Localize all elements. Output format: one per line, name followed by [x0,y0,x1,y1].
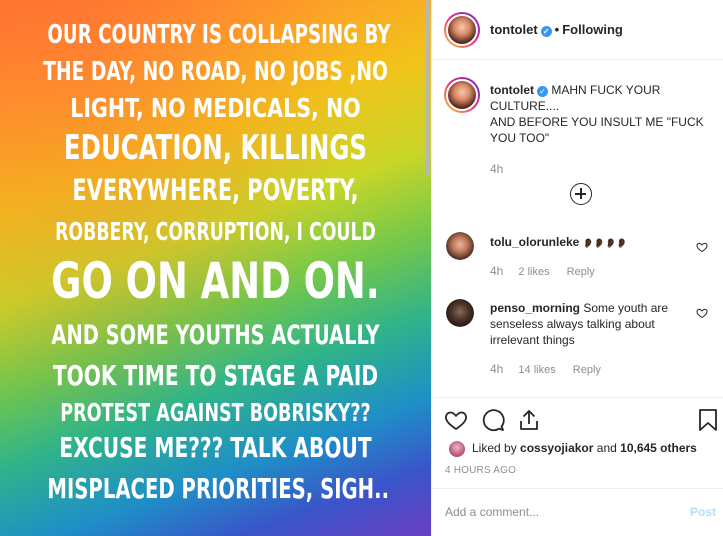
post-comment-button[interactable]: Post [690,505,716,519]
caption-avatar[interactable] [444,77,480,113]
comment-icon[interactable] [481,408,505,432]
post-side-panel: tontolet ✓ • Following tontolet ✓ MAHN FUCK … [431,0,723,536]
story-text-line: LIGHT, NO MEDICALS, NO [70,94,361,124]
liker-username[interactable]: cossyojiakor [520,441,593,455]
comment-like-icon[interactable] [696,241,708,253]
story-text-line: EDUCATION, KILLINGS [63,128,368,168]
comment: penso_morning Some youth are senseless a… [490,300,690,348]
post-timestamp[interactable]: 4 HOURS AGO [445,465,516,476]
author-username[interactable]: tontolet [490,22,538,37]
following-button[interactable]: Following [562,22,623,37]
share-icon[interactable] [517,408,541,432]
comment-likes[interactable]: 14 likes [518,364,555,376]
commenter-avatar[interactable] [446,232,474,260]
story-text-line: AND SOME YOUTHS ACTUALLY [51,320,380,351]
like-icon[interactable] [444,408,468,432]
story-text-line: EVERYWHERE, POVERTY, [72,173,359,207]
caption-time[interactable]: 4h [490,162,503,176]
post-image[interactable]: OUR COUNTRY IS COLLAPSING BY THE DAY, NO… [0,0,431,536]
actions-divider [432,397,723,398]
comment-likes[interactable]: 2 likes [518,266,549,278]
comment-username[interactable]: penso_morning [490,301,580,315]
story-text-line: MISPLACED PRIORITIES, SIGH.. [47,472,390,505]
comment-meta: 4h 14 likes Reply [490,362,601,376]
verified-icon: ✓ [540,26,552,37]
story-text-line: PROTEST AGAINST BOBRISKY?? [60,398,371,427]
story-text-line: ROBBERY, CORRUPTION, I COULD [55,217,376,246]
comment-username[interactable]: tolu_olorunleke [490,235,579,249]
comment-time[interactable]: 4h [490,264,503,278]
story-text-line: OUR COUNTRY IS COLLAPSING BY [47,20,391,50]
save-icon[interactable] [697,408,719,432]
verified-icon: ✓ [537,86,548,97]
comment: tolu_olorunleke 👂🏿👂🏿👂🏿👂🏿 [490,234,690,251]
likes-summary: Liked by cossyojiakor and 10,645 others [472,441,697,455]
separator-dot: • [554,22,560,37]
reply-button[interactable]: Reply [573,364,601,376]
composer-divider [432,488,723,489]
caption: tontolet ✓ MAHN FUCK YOUR CULTURE.... AND… [490,82,712,146]
story-text-line: THE DAY, NO ROAD, NO JOBS ,NO [43,57,388,87]
others-count-link[interactable]: 10,645 others [620,441,697,455]
author-avatar[interactable] [444,12,480,48]
post-header: tontolet ✓ • Following [490,22,623,37]
liker-avatar[interactable] [448,440,466,458]
story-text-line: GO ON AND ON. [51,252,380,310]
comment-text: 👂🏿👂🏿👂🏿👂🏿 [582,238,628,248]
liked-by-conj: and [596,441,617,455]
comment-time[interactable]: 4h [490,362,503,376]
story-text-line: TOOK TIME TO STAGE A PAID [52,359,379,392]
comment-like-icon[interactable] [696,307,708,319]
liked-by-prefix: Liked by [472,441,517,455]
caption-username[interactable]: tontolet [490,83,534,97]
load-more-comments-button[interactable] [570,183,592,205]
header-divider [432,59,723,60]
comment-input[interactable]: Add a comment... [445,505,539,519]
story-text-line: EXCUSE ME??? TALK ABOUT [59,431,372,464]
reply-button[interactable]: Reply [567,266,595,278]
commenter-avatar[interactable] [446,299,474,327]
comment-meta: 4h 2 likes Reply [490,264,595,278]
scrollbar[interactable] [426,0,430,175]
